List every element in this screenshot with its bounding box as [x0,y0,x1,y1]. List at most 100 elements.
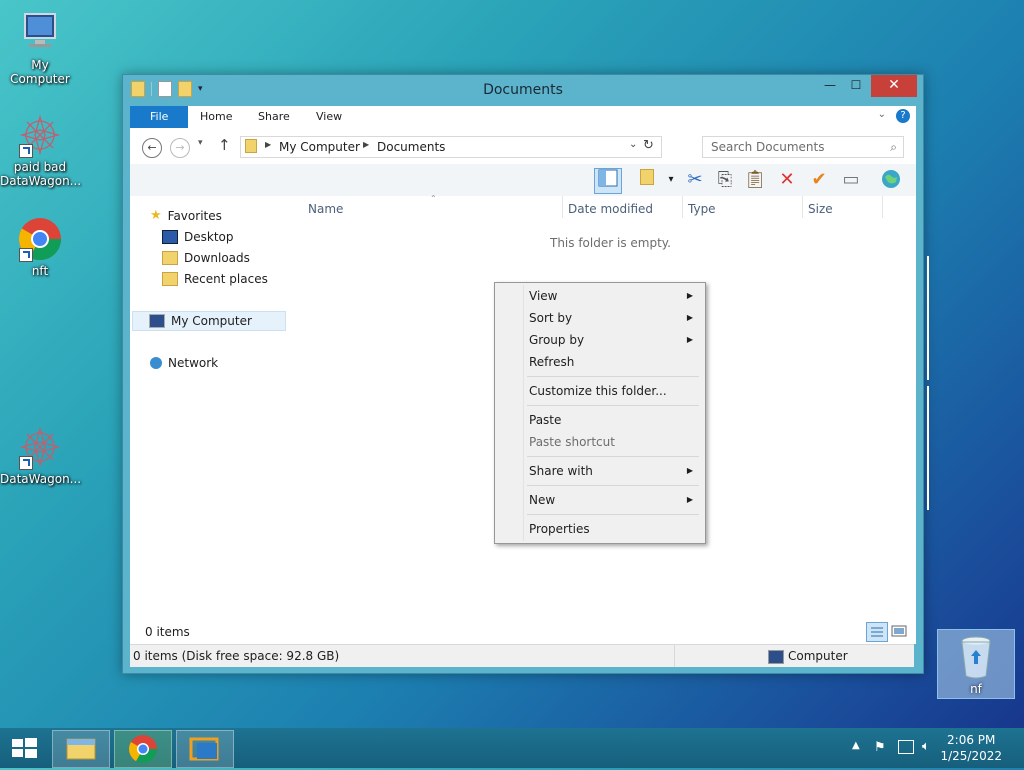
item-count: 0 items [145,625,190,639]
paste-icon[interactable]: 📋︎ [742,168,768,192]
show-hidden-icons-button[interactable]: ▲ [852,740,860,751]
address-bar[interactable]: ▶ My Computer ▶ Documents ⌄ ↻ [240,136,662,158]
search-input[interactable]: Search Documents ⌕ [702,136,904,158]
tab-file[interactable]: File [130,106,189,128]
column-separator[interactable] [682,196,683,218]
nav-my-computer[interactable]: My Computer [132,311,286,331]
taskbar-file-explorer[interactable] [52,730,110,768]
close-button[interactable]: ✕ [871,75,917,97]
status-disk-space: 0 items (Disk free space: 92.8 GB) [133,649,340,663]
datawagon-logo-icon [17,424,63,470]
tab-share[interactable]: Share [244,106,304,128]
up-arrow-icon[interactable]: ↑ [218,136,231,154]
desktop-icon-datawagon[interactable]: DataWagon... [0,424,81,486]
column-separator[interactable] [562,196,563,218]
desktop-icon-nft[interactable]: nft [0,216,80,278]
help-icon[interactable]: ? [896,109,910,123]
menu-item-properties[interactable]: Properties [497,518,703,540]
forward-button[interactable]: → [170,138,190,158]
globe-icon[interactable] [878,168,904,192]
menu-item-customize-folder[interactable]: Customize this folder... [497,380,703,402]
rename-icon[interactable]: ▭ [838,168,864,192]
column-type[interactable]: Type [688,202,716,216]
menu-item-sort-by[interactable]: Sort by ▶ [497,307,703,329]
action-center-flag-icon[interactable]: ⚑ [874,740,886,755]
tab-view[interactable]: View [302,106,356,128]
menu-item-paste-shortcut: Paste shortcut [497,431,703,453]
nav-favorites[interactable]: ★ Favorites [150,206,222,226]
refresh-icon[interactable]: ↻ [643,138,654,153]
menu-item-refresh[interactable]: Refresh [497,351,703,373]
recent-locations-chevron-icon[interactable]: ▾ [198,138,203,148]
desktop-icon-label: paid bad DataWagon... [0,160,82,188]
menu-item-new[interactable]: New ▶ [497,489,703,511]
window-title: Documents [483,82,563,98]
desktop-icon-datawagon-paid[interactable]: paid bad DataWagon... [0,112,82,188]
file-explorer-icon [66,738,96,760]
large-icons-view-button[interactable] [891,623,907,639]
nav-label: My Computer [171,314,252,328]
shortcut-arrow-icon [19,248,33,262]
minimize-button[interactable]: — [817,75,843,97]
cut-icon[interactable]: ✂ [682,168,708,192]
clock-time: 2:06 PM [947,733,996,747]
copy-icon[interactable]: ⎘ [712,168,738,192]
menu-item-group-by[interactable]: Group by ▶ [497,329,703,351]
network-tray-icon[interactable] [898,740,914,754]
chevron-down-icon[interactable]: ▾ [658,168,684,192]
address-row: ← → ▾ ↑ ▶ My Computer ▶ Documents ⌄ ↻ Se… [130,128,916,165]
menu-item-label: Refresh [529,355,575,369]
submenu-arrow-icon: ▶ [686,466,693,475]
details-view-button[interactable] [866,622,888,642]
windows-logo-icon [12,738,37,758]
column-name[interactable]: Name [308,202,343,216]
column-date-modified[interactable]: Date modified [568,202,653,216]
menu-item-view[interactable]: View ▶ [497,285,703,307]
back-button[interactable]: ← [142,138,162,158]
start-button[interactable] [10,736,38,760]
desktop-icon-recycle-bin[interactable]: nf [937,629,1015,699]
tab-home[interactable]: Home [186,106,246,128]
menu-separator [527,485,699,486]
check-icon[interactable]: ✔ [806,168,832,192]
maximize-button[interactable]: ☐ [843,75,869,97]
star-icon: ★ [150,208,162,223]
background-window-edge [921,256,929,380]
ribbon-expand-icon[interactable]: ⌄ [878,109,886,120]
title-bar[interactable]: ▾ Documents — ☐ ✕ [123,75,923,105]
nav-label: Recent places [184,272,268,286]
address-dropdown-icon[interactable]: ⌄ [629,139,637,150]
taskbar-app[interactable] [176,730,234,768]
vertical-scrollbar-track[interactable] [908,196,916,644]
menu-item-share-with[interactable]: Share with ▶ [497,460,703,482]
menu-separator [527,514,699,515]
column-separator[interactable] [882,196,883,218]
datawagon-logo-icon [17,112,63,158]
status-bar: 0 items (Disk free space: 92.8 GB) Compu… [130,644,914,667]
taskbar-chrome[interactable] [114,730,172,768]
submenu-arrow-icon: ▶ [686,495,693,504]
menu-item-paste[interactable]: Paste [497,409,703,431]
column-separator[interactable] [802,196,803,218]
desktop-icon-label: My Computer [10,58,70,86]
desktop-icon-my-computer[interactable]: My Computer [0,10,80,86]
breadcrumb-documents[interactable]: Documents [377,140,445,154]
computer-icon [17,10,63,56]
context-menu: View ▶ Sort by ▶ Group by ▶ Refresh Customi… [494,282,706,544]
search-icon: ⌕ [890,140,897,154]
nav-downloads[interactable]: Downloads [162,248,250,268]
column-size[interactable]: Size [808,202,833,216]
volume-muted-icon[interactable]: 🔈︎ [922,739,930,754]
breadcrumb-my-computer[interactable]: My Computer [279,140,360,154]
delete-icon[interactable]: ✕ [774,168,800,192]
preview-pane-button[interactable] [594,168,622,194]
computer-icon [149,314,165,328]
nav-label: Downloads [184,251,250,265]
recent-places-icon [162,272,178,286]
nav-network[interactable]: Network [150,353,218,373]
folder-options-icon[interactable] [634,168,660,192]
nav-desktop[interactable]: Desktop [162,227,234,247]
system-clock[interactable]: 2:06 PM 1/25/2022 [940,732,1002,764]
breadcrumb-separator-icon: ▶ [363,140,370,149]
nav-recent-places[interactable]: Recent places [162,269,268,289]
